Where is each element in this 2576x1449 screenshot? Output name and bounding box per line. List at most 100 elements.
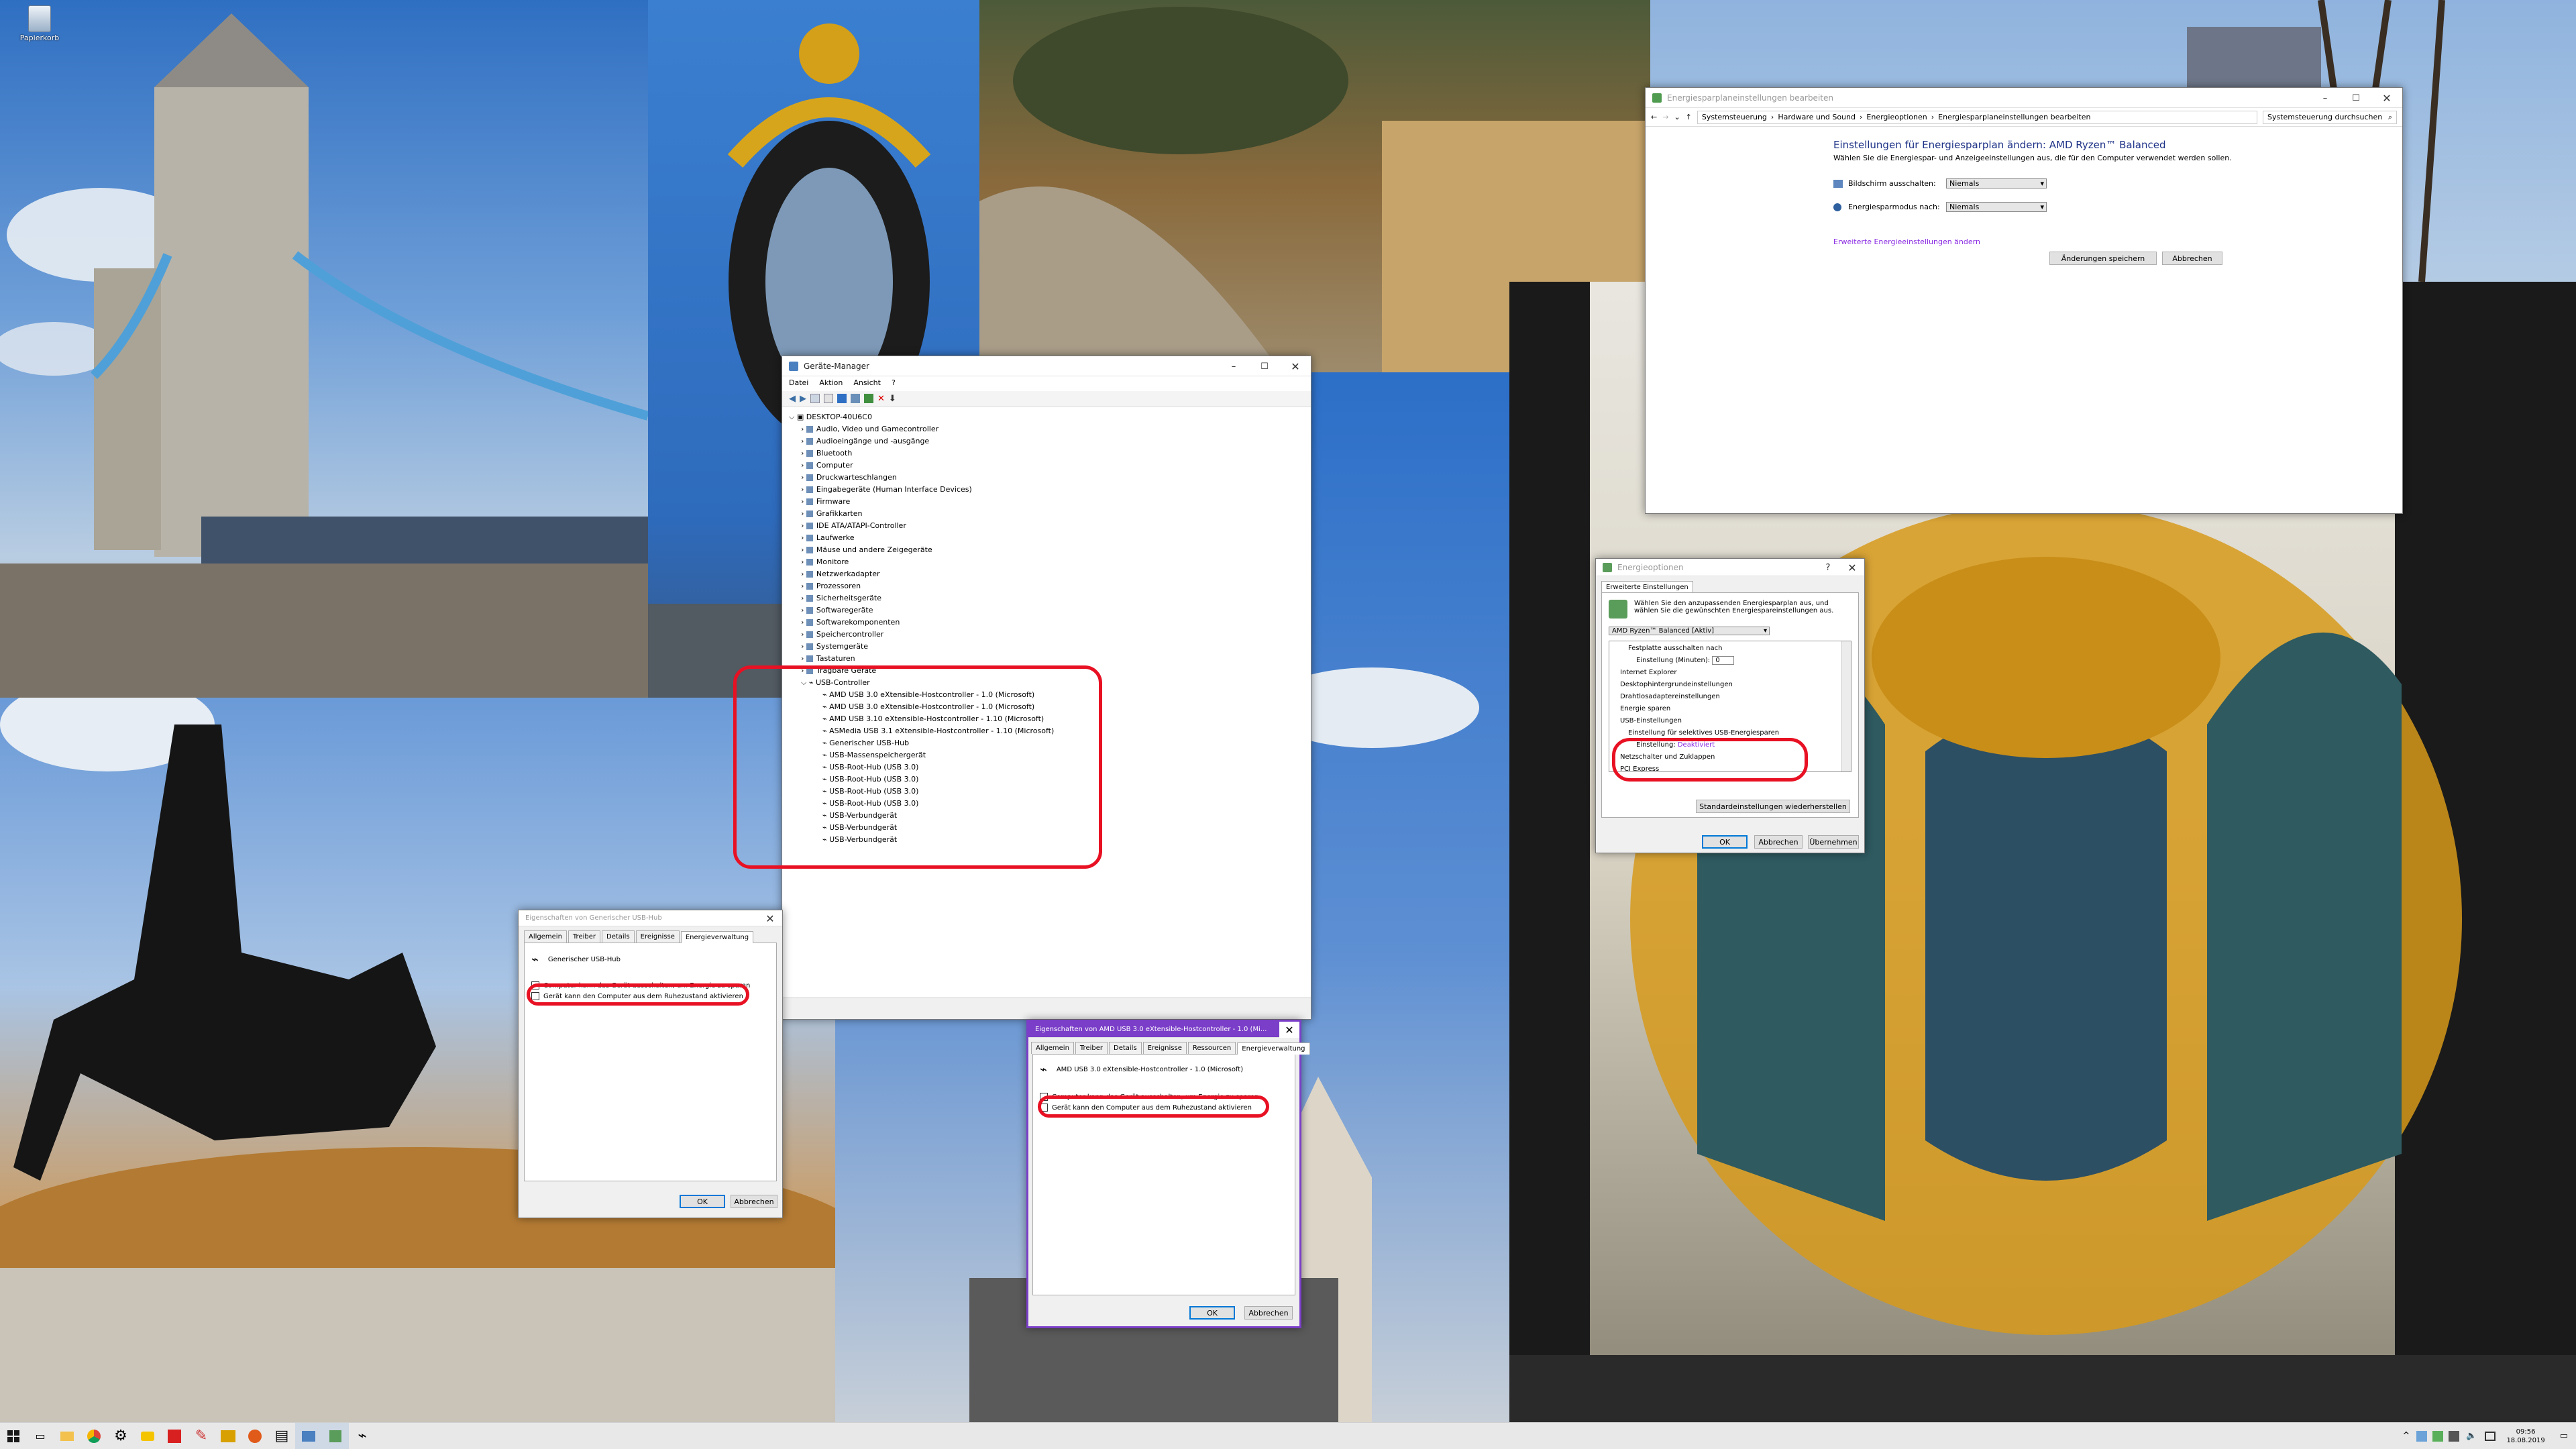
maximize-button[interactable]: ☐ (1249, 356, 1280, 376)
tree-harddisk[interactable]: Festplatte ausschalten nach (1612, 643, 1848, 655)
tree-wireless[interactable]: Drahtlosadaptereinstellungen (1612, 691, 1848, 703)
expand-icon[interactable]: › (801, 425, 806, 433)
app-icon-red[interactable] (161, 1423, 188, 1449)
tree-scrollbar[interactable] (1841, 641, 1851, 771)
usb-device-item[interactable]: ⌁ Generischer USB-Hub (822, 737, 1304, 749)
tree-category[interactable]: › Druckwarteschlangen (801, 472, 1304, 484)
tree-sleep[interactable]: Energie sparen (1612, 703, 1848, 715)
usb-props-taskbar-icon[interactable]: ⌁ (349, 1423, 376, 1449)
crumb-current[interactable]: Energiesparplaneinstellungen bearbeiten (1938, 113, 2090, 121)
chrome-icon[interactable] (80, 1423, 107, 1449)
advanced-settings-link[interactable]: Erweiterte Energieeinstellungen ändern (1833, 237, 2402, 246)
expand-icon[interactable]: › (801, 461, 806, 470)
allow-off-checkbox[interactable] (1040, 1093, 1048, 1101)
tree-category[interactable]: › Grafikkarten (801, 508, 1304, 520)
clock[interactable]: 09:56 18.08.2019 (2500, 1428, 2551, 1445)
back-icon[interactable]: ◀ (789, 394, 796, 404)
breadcrumb[interactable]: Systemsteuerung › Hardware und Sound › Ene… (1697, 110, 2257, 124)
setting-value[interactable]: Deaktiviert (1678, 741, 1715, 749)
expand-icon[interactable]: › (801, 521, 806, 530)
expand-icon[interactable]: › (801, 618, 806, 627)
tree-category[interactable]: › Softwaregeräte (801, 604, 1304, 616)
power-options-titlebar[interactable]: Energieoptionen ? ✕ (1596, 559, 1864, 576)
crumb-systemsteuerung[interactable]: Systemsteuerung (1702, 113, 1767, 121)
expand-icon[interactable]: › (801, 449, 806, 458)
expand-icon[interactable]: › (801, 533, 806, 542)
tab-general[interactable]: Allgemein (1031, 1042, 1074, 1054)
tree-category[interactable]: › Audioeingänge und -ausgänge (801, 435, 1304, 447)
help-button[interactable]: ? (1816, 559, 1840, 576)
tab-details[interactable]: Details (1109, 1042, 1142, 1054)
pen-app-icon[interactable]: ✎ (188, 1423, 215, 1449)
tray-icon-3[interactable] (2449, 1430, 2460, 1442)
start-button[interactable] (0, 1423, 27, 1449)
ok-button[interactable]: OK (1702, 835, 1748, 849)
tree-usb-category[interactable]: ⌵ ⌁ USB-Controller (789, 677, 1304, 689)
tree-category[interactable]: › Tastaturen (801, 653, 1304, 665)
volume-icon[interactable]: 🔈 (2466, 1431, 2477, 1441)
allow-off-row[interactable]: Computer kann das Gerät ausschalten, um … (1040, 1093, 1288, 1101)
expand-icon[interactable]: › (801, 582, 806, 590)
notifications-icon[interactable]: ▭ (2552, 1431, 2576, 1441)
app-icon-yellow[interactable] (134, 1423, 161, 1449)
usb-device-item[interactable]: ⌁ AMD USB 3.10 eXtensible-Hostcontroller… (822, 713, 1304, 725)
forward-icon[interactable]: ▶ (800, 394, 806, 404)
app-icon-orange[interactable] (241, 1423, 268, 1449)
expand-icon[interactable]: › (801, 570, 806, 578)
minimize-button[interactable]: – (1218, 356, 1249, 376)
close-button[interactable]: ✕ (2371, 88, 2402, 108)
properties-icon[interactable] (824, 394, 833, 403)
expand-icon[interactable]: › (801, 654, 806, 663)
device-manager-titlebar[interactable]: Geräte-Manager – ☐ ✕ (782, 356, 1311, 376)
expand-icon[interactable]: › (801, 666, 806, 675)
maximize-button[interactable]: ☐ (2341, 88, 2371, 108)
amd-usb-properties-titlebar[interactable]: Eigenschaften von AMD USB 3.0 eXtensible… (1028, 1022, 1299, 1038)
tab-power-management[interactable]: Energieverwaltung (1237, 1042, 1310, 1055)
expand-icon[interactable]: › (801, 557, 806, 566)
wake-checkbox[interactable] (1040, 1104, 1048, 1112)
restore-defaults-button[interactable]: Standardeinstellungen wiederherstellen (1696, 800, 1850, 813)
power-plan-titlebar[interactable]: Energiesparplaneinstellungen bearbeiten … (1646, 88, 2402, 108)
ok-button[interactable]: OK (680, 1195, 725, 1208)
usb-device-item[interactable]: ⌁ USB-Root-Hub (USB 3.0) (822, 773, 1304, 786)
tree-ie[interactable]: Internet Explorer (1612, 667, 1848, 679)
close-button[interactable]: ✕ (1840, 559, 1864, 576)
cancel-button[interactable]: Abbrechen (2162, 252, 2222, 265)
apply-button[interactable]: Übernehmen (1808, 835, 1859, 849)
wake-checkbox[interactable] (531, 992, 539, 1000)
expand-icon[interactable]: › (801, 545, 806, 554)
allow-off-row[interactable]: Computer kann das Gerät ausschalten, um … (531, 981, 769, 989)
tree-root[interactable]: ⌵ ▣ DESKTOP-40U6C0 (789, 411, 1304, 423)
tray-icon-2[interactable] (2432, 1430, 2444, 1442)
close-button[interactable]: ✕ (1279, 1022, 1299, 1038)
tab-driver[interactable]: Treiber (1075, 1042, 1108, 1054)
app-icon-ok[interactable] (215, 1423, 241, 1449)
tree-category[interactable]: › IDE ATA/ATAPI-Controller (801, 520, 1304, 532)
cancel-button[interactable]: Abbrechen (731, 1195, 777, 1208)
usb-device-item[interactable]: ⌁ USB-Verbundgerät (822, 822, 1304, 834)
close-button[interactable]: ✕ (758, 910, 782, 926)
expand-icon[interactable]: › (801, 630, 806, 639)
crumb-energieoptionen[interactable]: Energieoptionen (1866, 113, 1927, 121)
network-icon[interactable] (2485, 1431, 2496, 1441)
usb-device-item[interactable]: ⌁ AMD USB 3.0 eXtensible-Hostcontroller … (822, 689, 1304, 701)
forward-arrow-icon[interactable]: → (1662, 113, 1668, 121)
tab-power-management[interactable]: Energieverwaltung (680, 931, 754, 943)
tree-category[interactable]: › Sicherheitsgeräte (801, 592, 1304, 604)
cancel-button[interactable]: Abbrechen (1754, 835, 1803, 849)
usb-device-item[interactable]: ⌁ ASMedia USB 3.1 eXtensible-Hostcontrol… (822, 725, 1304, 737)
crumb-hardware-sound[interactable]: Hardware und Sound (1778, 113, 1856, 121)
back-arrow-icon[interactable]: ← (1651, 113, 1657, 121)
minutes-spinner[interactable]: 0 (1712, 656, 1734, 665)
usb-device-item[interactable]: ⌁ USB-Verbundgerät (822, 810, 1304, 822)
close-button[interactable]: ✕ (1280, 356, 1311, 376)
tree-category[interactable]: › Bluetooth (801, 447, 1304, 460)
expand-icon[interactable]: › (801, 473, 806, 482)
tab-details[interactable]: Details (602, 930, 635, 943)
expand-icon[interactable]: › (801, 485, 806, 494)
device-manager-taskbar-icon[interactable] (295, 1422, 322, 1449)
minimize-button[interactable]: – (2310, 88, 2341, 108)
tree-category[interactable]: › Audio, Video und Gamecontroller (801, 423, 1304, 435)
tray-chevron-icon[interactable]: ^ (2398, 1431, 2414, 1441)
tab-events[interactable]: Ereignisse (635, 930, 680, 943)
